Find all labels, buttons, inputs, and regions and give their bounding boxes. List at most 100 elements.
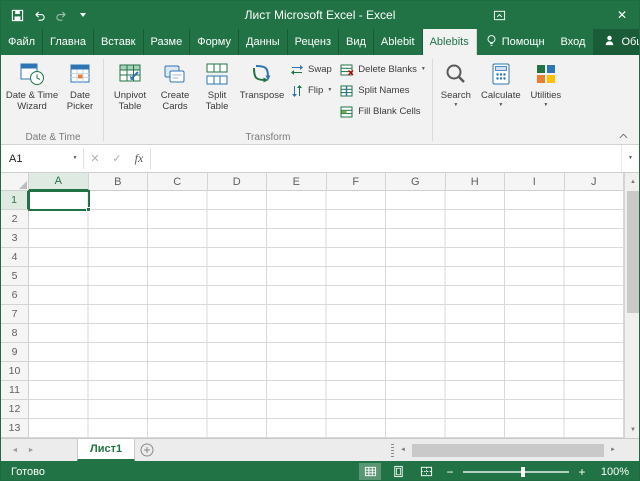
zoom-level[interactable]: 100% bbox=[595, 466, 629, 478]
sheet-prev-icon[interactable]: ◄ bbox=[9, 447, 21, 454]
column-header-H[interactable]: H bbox=[446, 173, 506, 191]
row-header-8[interactable]: 8 bbox=[1, 324, 29, 343]
new-sheet-button[interactable] bbox=[135, 439, 159, 461]
tab-review[interactable]: Реценз bbox=[288, 29, 339, 55]
scroll-down-icon[interactable]: ▼ bbox=[625, 421, 640, 438]
qat-customize-icon[interactable] bbox=[73, 5, 93, 25]
swap-label: Swap bbox=[308, 64, 332, 75]
row-header-9[interactable]: 9 bbox=[1, 343, 29, 362]
vertical-scrollbar-thumb[interactable] bbox=[627, 191, 639, 313]
date-picker-button[interactable]: Date Picker bbox=[59, 56, 101, 128]
row-header-6[interactable]: 6 bbox=[1, 286, 29, 305]
insert-function-icon[interactable]: fx bbox=[128, 145, 150, 172]
ribbon: Date & Time Wizard Date Picker Date & Ti… bbox=[1, 55, 639, 145]
cells-area[interactable] bbox=[29, 191, 624, 438]
row-header-4[interactable]: 4 bbox=[1, 248, 29, 267]
horizontal-scrollbar-track[interactable] bbox=[412, 442, 604, 459]
unpivot-table-button[interactable]: Unpivot Table bbox=[106, 56, 154, 128]
scroll-up-icon[interactable]: ▲ bbox=[625, 173, 640, 190]
undo-icon[interactable] bbox=[29, 5, 49, 25]
column-header-G[interactable]: G bbox=[386, 173, 446, 191]
column-header-I[interactable]: I bbox=[505, 173, 565, 191]
zoom-slider-thumb[interactable] bbox=[521, 467, 525, 477]
row-header-7[interactable]: 7 bbox=[1, 305, 29, 324]
sign-in-button[interactable]: Вход bbox=[553, 29, 594, 55]
collapse-ribbon-button[interactable] bbox=[615, 130, 631, 142]
swap-button[interactable]: Swap bbox=[286, 59, 336, 80]
split-names-button[interactable]: Split Names bbox=[336, 80, 413, 101]
vertical-scrollbar[interactable]: ▲ ▼ bbox=[624, 173, 640, 438]
name-box[interactable]: A1 bbox=[1, 145, 67, 172]
split-table-button[interactable]: Split Table bbox=[196, 56, 238, 128]
row-header-13[interactable]: 13 bbox=[1, 419, 29, 438]
tab-page-layout[interactable]: Разме bbox=[144, 29, 191, 55]
group-date-time: Date & Time Wizard Date Picker Date & Ti… bbox=[5, 56, 101, 144]
sheet-nav: ◄ ► bbox=[1, 439, 37, 461]
search-button[interactable]: Search ▼ bbox=[435, 56, 477, 128]
save-icon[interactable] bbox=[7, 5, 27, 25]
page-layout-view-button[interactable] bbox=[387, 463, 409, 480]
tab-scroll-splitter[interactable] bbox=[391, 444, 394, 457]
flip-button[interactable]: Flip ▼ bbox=[286, 80, 336, 101]
tell-me-box[interactable]: Помощн bbox=[477, 29, 553, 55]
column-header-E[interactable]: E bbox=[267, 173, 327, 191]
tab-insert[interactable]: Вставк bbox=[94, 29, 144, 55]
enter-icon[interactable]: ✓ bbox=[106, 145, 128, 172]
tab-home[interactable]: Главна bbox=[43, 29, 94, 55]
tab-view[interactable]: Вид bbox=[339, 29, 374, 55]
scroll-left-icon[interactable]: ◄ bbox=[396, 442, 410, 459]
date-time-wizard-button[interactable]: Date & Time Wizard bbox=[5, 56, 59, 128]
tab-ablebits-tools[interactable]: Ablebits bbox=[423, 29, 477, 55]
page-break-view-button[interactable] bbox=[415, 463, 437, 480]
column-header-D[interactable]: D bbox=[208, 173, 268, 191]
redo-icon[interactable] bbox=[51, 5, 71, 25]
ribbon-display-options-icon[interactable] bbox=[489, 5, 509, 25]
close-icon[interactable]: ✕ bbox=[605, 1, 639, 29]
transpose-button[interactable]: Transpose bbox=[238, 56, 286, 128]
cancel-icon[interactable]: ✕ bbox=[84, 145, 106, 172]
tab-file[interactable]: Файл bbox=[1, 29, 43, 55]
row-header-1[interactable]: 1 bbox=[1, 191, 29, 210]
flip-label: Flip bbox=[308, 85, 323, 96]
utilities-button[interactable]: Utilities ▼ bbox=[525, 56, 567, 128]
scroll-right-icon[interactable]: ► bbox=[606, 442, 620, 459]
column-header-F[interactable]: F bbox=[327, 173, 387, 191]
row-header-12[interactable]: 12 bbox=[1, 400, 29, 419]
select-all-corner[interactable] bbox=[1, 173, 29, 191]
row-header-3[interactable]: 3 bbox=[1, 229, 29, 248]
sheet-tab-sheet1[interactable]: Лист1 bbox=[77, 439, 135, 461]
fill-handle[interactable] bbox=[86, 207, 91, 212]
zoom-slider[interactable] bbox=[463, 471, 569, 473]
zoom-in-button[interactable]: + bbox=[575, 465, 589, 479]
tab-data[interactable]: Данны bbox=[239, 29, 288, 55]
calculate-button[interactable]: Calculate ▼ bbox=[477, 56, 525, 128]
fill-blank-cells-button[interactable]: Fill Blank Cells bbox=[336, 101, 424, 122]
column-header-A[interactable]: A bbox=[29, 173, 89, 191]
row-header-5[interactable]: 5 bbox=[1, 267, 29, 286]
sheet-next-icon[interactable]: ► bbox=[25, 447, 37, 454]
group-transform: Unpivot Table Create Cards Split Table T… bbox=[106, 56, 430, 144]
column-header-B[interactable]: B bbox=[89, 173, 149, 191]
tab-ablebits-data[interactable]: Ablebit bbox=[374, 29, 423, 55]
person-icon bbox=[603, 34, 616, 50]
split-names-label: Split Names bbox=[358, 85, 409, 96]
name-box-dropdown-icon[interactable]: ▼ bbox=[67, 145, 83, 172]
group-label-date-time: Date & Time bbox=[5, 132, 101, 143]
share-button[interactable]: Общий доступ bbox=[593, 29, 640, 55]
row-header-10[interactable]: 10 bbox=[1, 362, 29, 381]
formula-input[interactable] bbox=[151, 145, 621, 172]
create-cards-button[interactable]: Create Cards bbox=[154, 56, 196, 128]
calculate-icon bbox=[488, 61, 514, 87]
delete-blanks-button[interactable]: Delete Blanks ▼ bbox=[336, 59, 430, 80]
column-header-J[interactable]: J bbox=[565, 173, 625, 191]
row-header-2[interactable]: 2 bbox=[1, 210, 29, 229]
unpivot-table-icon bbox=[117, 61, 143, 87]
zoom-out-button[interactable]: − bbox=[443, 465, 457, 479]
row-header-11[interactable]: 11 bbox=[1, 381, 29, 400]
horizontal-scrollbar-thumb[interactable] bbox=[412, 444, 604, 457]
normal-view-button[interactable] bbox=[359, 463, 381, 480]
horizontal-scrollbar[interactable]: ◄ ► bbox=[389, 439, 622, 461]
column-header-C[interactable]: C bbox=[148, 173, 208, 191]
formula-bar-expand-icon[interactable]: ▼ bbox=[621, 145, 639, 172]
tab-formulas[interactable]: Форму bbox=[190, 29, 239, 55]
